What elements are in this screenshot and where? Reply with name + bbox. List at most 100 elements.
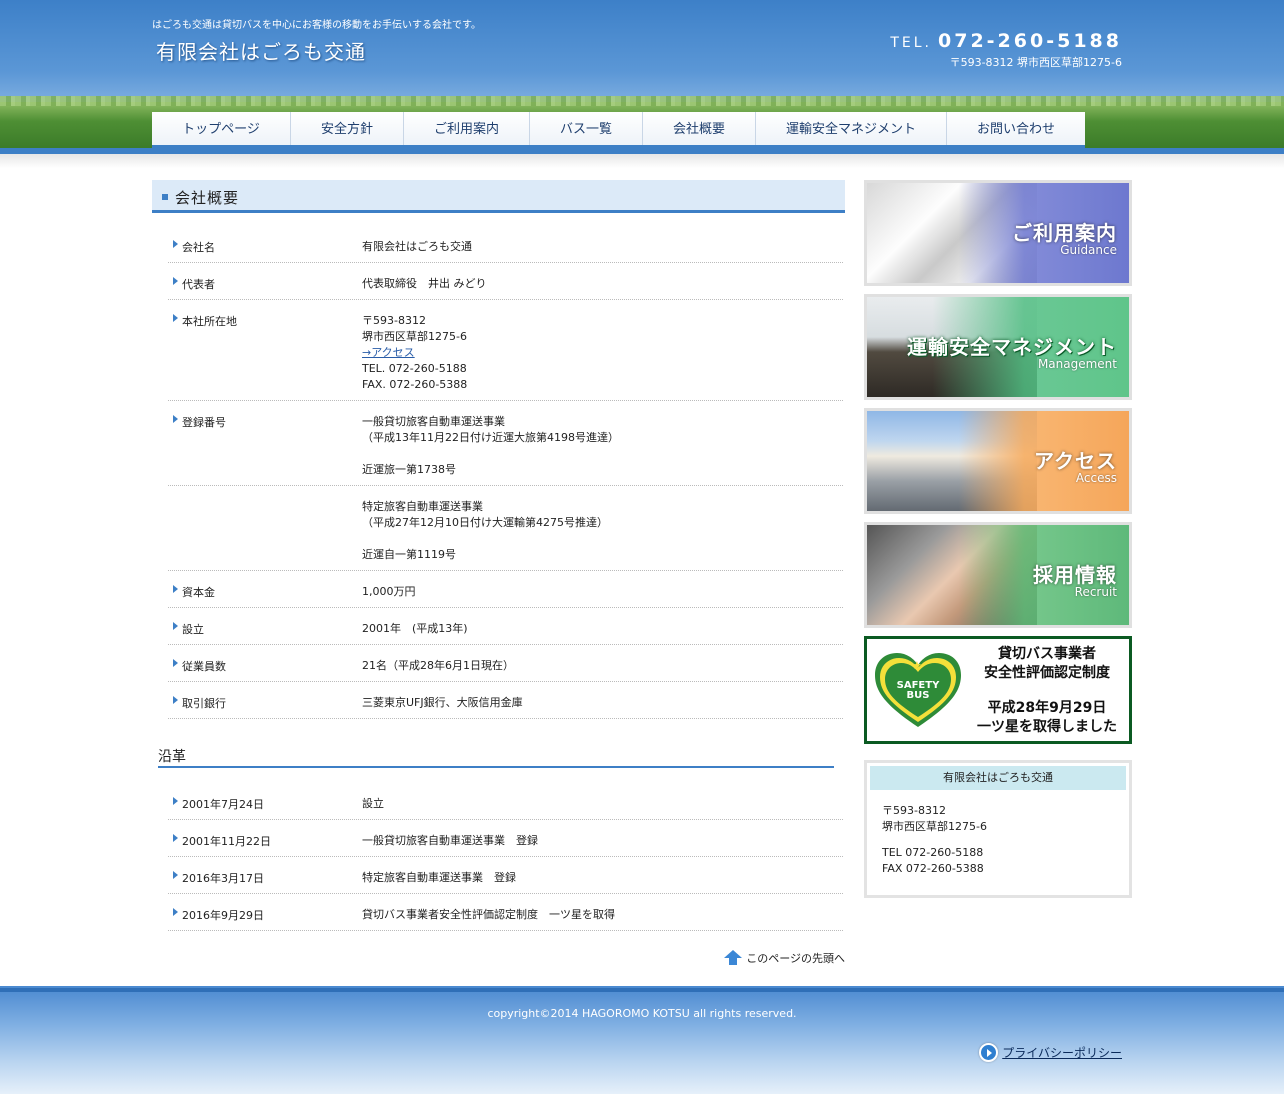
row-value: 代表取締役 井出 みどり: [362, 276, 487, 292]
table-row: 会社名 有限会社はごろも交通: [168, 226, 843, 263]
table-row: 代表者 代表取締役 井出 みどり: [168, 263, 843, 300]
page-top-link[interactable]: このページの先頭へ: [723, 950, 845, 966]
row-value: 1,000万円: [362, 584, 416, 600]
value-line: 特定旅客自動車運送事業: [362, 500, 483, 513]
history-table: 2001年7月24日 設立 2001年11月22日 一般貸切旅客自動車運送事業 …: [168, 783, 843, 931]
banner-subtitle: Guidance: [1060, 243, 1117, 257]
row-value: 有限会社はごろも交通: [362, 239, 472, 255]
table-row: 特定旅客自動車運送事業 （平成27年12月10日付け大運輸第4275号推達） 近…: [168, 486, 843, 571]
sidebar: ご利用案内 Guidance 運輸安全マネジメント Management アクセ…: [864, 180, 1132, 898]
table-row: 設立 2001年 (平成13年): [168, 608, 843, 645]
value-line: 一般貸切旅客自動車運送事業 登録: [362, 834, 538, 847]
value-line: 21名（平成28年6月1日現在）: [362, 659, 514, 672]
header-phone: TEL. 072-260-5188: [890, 30, 1122, 52]
table-row: 本社所在地 〒593-8312 堺市西区草部1275-6 →アクセス TEL. …: [168, 300, 843, 401]
nav-item-contact[interactable]: お問い合わせ: [947, 112, 1085, 145]
access-link[interactable]: →アクセス: [362, 346, 415, 359]
value-line: 〒593-8312: [362, 314, 426, 327]
safety-bus-banner[interactable]: ★ SAFETY BUS 貸切バス事業者 安全性評価認定制度 平成28年9月29日…: [864, 636, 1132, 744]
row-arrow-icon: [173, 240, 178, 248]
row-label: 代表者: [182, 278, 215, 291]
row-arrow-icon: [173, 797, 178, 805]
row-label: 2016年9月29日: [182, 909, 264, 922]
nav-item-company[interactable]: 会社概要: [643, 112, 756, 145]
safety-bus-mark: SAFETY BUS: [896, 680, 940, 701]
row-label: 2001年11月22日: [182, 835, 271, 848]
row-value: 貸切バス事業者安全性評価認定制度 一ツ星を取得: [362, 907, 615, 923]
row-label: 会社名: [182, 241, 215, 254]
company-box-title: 有限会社はごろも交通: [870, 766, 1126, 790]
banner-title: 運輸安全マネジメント: [907, 335, 1117, 359]
nav-item-bus-list[interactable]: バス一覧: [530, 112, 643, 145]
copyright-text: copyright©2014 HAGOROMO KOTSU all rights…: [487, 1007, 797, 1020]
row-label: 資本金: [182, 586, 215, 599]
safety-title: 貸切バス事業者 安全性評価認定制度: [984, 646, 1110, 681]
table-row: 従業員数 21名（平成28年6月1日現在）: [168, 645, 843, 682]
row-arrow-icon: [173, 834, 178, 842]
footer: [0, 986, 1284, 1094]
company-box-body: 〒593-8312 堺市西区草部1275-6 TEL 072-260-5188 …: [882, 804, 987, 875]
value-line: TEL. 072-260-5188: [362, 362, 467, 375]
row-arrow-icon: [173, 622, 178, 630]
banner-guidance[interactable]: ご利用案内 Guidance: [864, 180, 1132, 286]
row-value: 三菱東京UFJ銀行、大阪信用金庫: [362, 695, 523, 711]
value-line: 貸切バス事業者安全性評価認定制度 一ツ星を取得: [362, 908, 615, 921]
header-address: 〒593-8312 堺市西区草部1275-6: [949, 56, 1122, 69]
value-line: 近運旅一第1738号: [362, 463, 456, 476]
row-label: 従業員数: [182, 660, 226, 673]
row-arrow-icon: [173, 415, 178, 423]
banner-management[interactable]: 運輸安全マネジメント Management: [864, 294, 1132, 400]
value-line: 有限会社はごろも交通: [362, 240, 472, 253]
row-arrow-icon: [173, 277, 178, 285]
banner-subtitle: Management: [1037, 357, 1117, 371]
main-content: 会社概要 会社名 有限会社はごろも交通 代表者 代表取締役 井出 みどり 本社所…: [152, 180, 845, 965]
row-arrow-icon: [173, 314, 178, 322]
banner-recruit[interactable]: 採用情報 Recruit: [864, 522, 1132, 628]
value-line: 近運自一第1119号: [362, 548, 456, 561]
row-arrow-icon: [173, 696, 178, 704]
table-row: 2016年9月29日 貸切バス事業者安全性評価認定制度 一ツ星を取得: [168, 894, 843, 931]
site-logo[interactable]: 有限会社はごろも交通: [156, 36, 366, 65]
safety-bus-heart-icon: ★ SAFETY BUS: [875, 653, 961, 729]
row-label: 登録番号: [182, 416, 226, 429]
nav-item-top[interactable]: トップページ: [152, 112, 291, 145]
table-row: 取引銀行 三菱東京UFJ銀行、大阪信用金庫: [168, 682, 843, 719]
table-row: 2016年3月17日 特定旅客自動車運送事業 登録: [168, 857, 843, 894]
tel-number: 072-260-5188: [938, 30, 1122, 52]
row-arrow-icon: [173, 659, 178, 667]
row-arrow-icon: [173, 871, 178, 879]
privacy-policy-link[interactable]: プライバシーポリシー: [979, 1043, 1122, 1062]
table-row: 資本金 1,000万円: [168, 571, 843, 608]
site-tagline: はごろも交通は貸切バスを中心にお客様の移動をお手伝いする会社です。: [152, 20, 481, 31]
page-top-text: このページの先頭へ: [746, 952, 845, 965]
nav-item-safety-policy[interactable]: 安全方針: [291, 112, 404, 145]
privacy-policy-text: プライバシーポリシー: [1002, 1046, 1122, 1060]
value-line: 一般貸切旅客自動車運送事業: [362, 415, 505, 428]
table-row: 2001年7月24日 設立: [168, 783, 843, 820]
history-heading: 沿革: [158, 740, 834, 768]
title-square-icon: [162, 194, 168, 200]
company-info-box: 有限会社はごろも交通 〒593-8312 堺市西区草部1275-6 TEL 07…: [864, 760, 1132, 898]
value-line: 2001年 (平成13年): [362, 622, 468, 635]
star-icon: ★: [912, 659, 922, 672]
banner-title: 採用情報: [1033, 563, 1117, 587]
row-value: 2001年 (平成13年): [362, 621, 468, 637]
history-heading-text: 沿革: [158, 749, 186, 765]
nav-item-safety-management[interactable]: 運輸安全マネジメント: [756, 112, 947, 145]
row-value: 〒593-8312 堺市西区草部1275-6 →アクセス TEL. 072-26…: [362, 313, 467, 393]
row-value: 設立: [362, 796, 384, 812]
row-arrow-icon: [173, 585, 178, 593]
nav-item-guidance[interactable]: ご利用案内: [404, 112, 530, 145]
banner-access[interactable]: アクセス Access: [864, 408, 1132, 514]
arrow-up-icon: [723, 950, 743, 966]
row-label: 2001年7月24日: [182, 798, 264, 811]
footer-divider: [0, 988, 1284, 992]
value-line: [362, 531, 608, 547]
row-label: 取引銀行: [182, 697, 226, 710]
value-line: 代表取締役 井出 みどり: [362, 277, 487, 290]
value-line: （平成27年12月10日付け大運輸第4275号推達）: [362, 516, 608, 529]
row-value: 一般貸切旅客自動車運送事業 登録: [362, 833, 538, 849]
global-nav: トップページ 安全方針 ご利用案内 バス一覧 会社概要 運輸安全マネジメント お…: [152, 112, 1085, 148]
arrow-right-circle-icon: [979, 1043, 999, 1062]
company-profile-table: 会社名 有限会社はごろも交通 代表者 代表取締役 井出 みどり 本社所在地 〒5…: [168, 226, 843, 719]
